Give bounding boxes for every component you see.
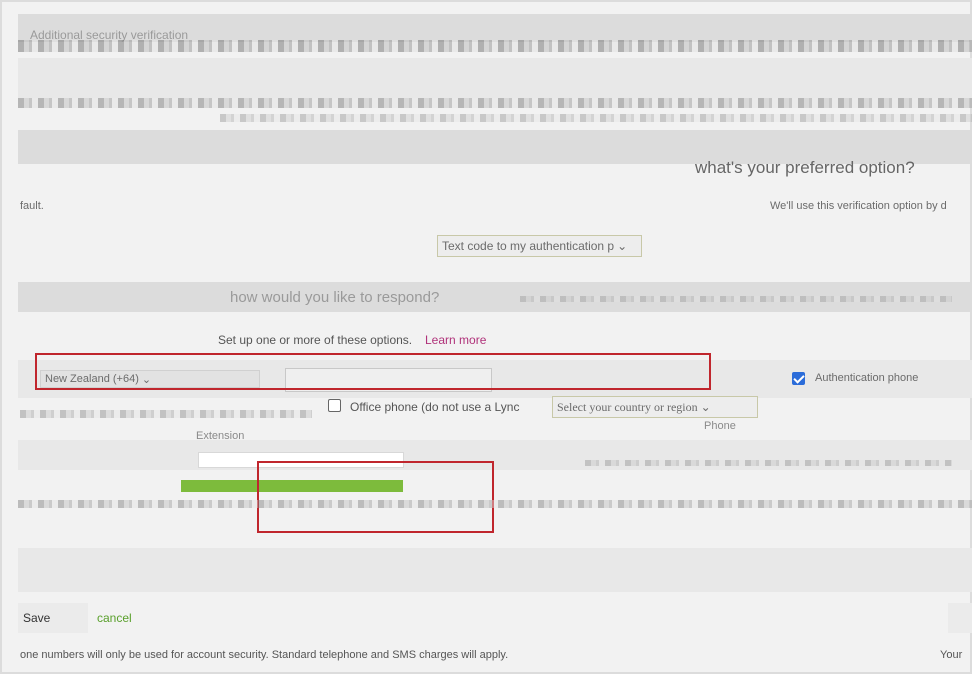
chevron-down-icon: ⌄: [617, 239, 628, 253]
methods-heading: how would you like to respond?: [230, 289, 440, 306]
cancel-link[interactable]: cancel: [97, 611, 132, 625]
preferred-description-left: fault.: [20, 200, 44, 212]
footer-note-left: one numbers will only be used for accoun…: [20, 649, 509, 661]
save-button[interactable]: Save: [18, 603, 88, 633]
chevron-down-icon: ⌄: [141, 373, 152, 386]
screenshot-canvas: Additional security verification what's …: [0, 0, 972, 674]
lower-band: [18, 548, 972, 592]
header-sub-band: [18, 58, 972, 98]
authentication-phone-label: Authentication phone: [815, 372, 919, 384]
glitch-row-5: [18, 500, 972, 508]
footer-note-right: Your: [940, 649, 963, 661]
learn-more-link[interactable]: Learn more: [425, 333, 486, 347]
office-phone-label: Office phone (do not use a Lync: [350, 400, 520, 414]
authentication-phone-checkbox[interactable]: [792, 372, 805, 385]
preferred-description-right: We'll use this verification option by d: [770, 200, 947, 212]
phone-label: Phone: [704, 420, 736, 432]
office-country-placeholder: Select your country or region: [557, 399, 698, 414]
progress-green-bar: [181, 480, 403, 492]
header-glitch: [18, 40, 972, 52]
preferred-option-select[interactable]: Text code to my authentication p ⌄: [437, 235, 642, 257]
preferred-option-heading: what's your preferred option?: [695, 158, 915, 177]
glitch-row-2: [220, 114, 972, 122]
setup-text: Set up one or more of these options.: [218, 333, 413, 347]
phone-number-input[interactable]: [285, 368, 492, 392]
glitch-row-1: [18, 98, 972, 108]
chevron-down-icon: ⌄: [700, 399, 711, 414]
office-phone-checkbox[interactable]: [328, 399, 341, 412]
methods-glitch: [520, 296, 952, 302]
office-country-select[interactable]: Select your country or region ⌄: [552, 396, 758, 418]
right-edge-button[interactable]: [948, 603, 972, 633]
extension-input[interactable]: [198, 452, 404, 468]
highlight-green-box: [257, 461, 494, 533]
glitch-row-3: [20, 410, 312, 418]
preferred-option-value: Text code to my authentication p: [442, 239, 615, 253]
country-select[interactable]: New Zealand (+64) ⌄: [40, 370, 260, 388]
glitch-row-4: [585, 460, 952, 466]
country-value: New Zealand (+64): [45, 373, 139, 385]
